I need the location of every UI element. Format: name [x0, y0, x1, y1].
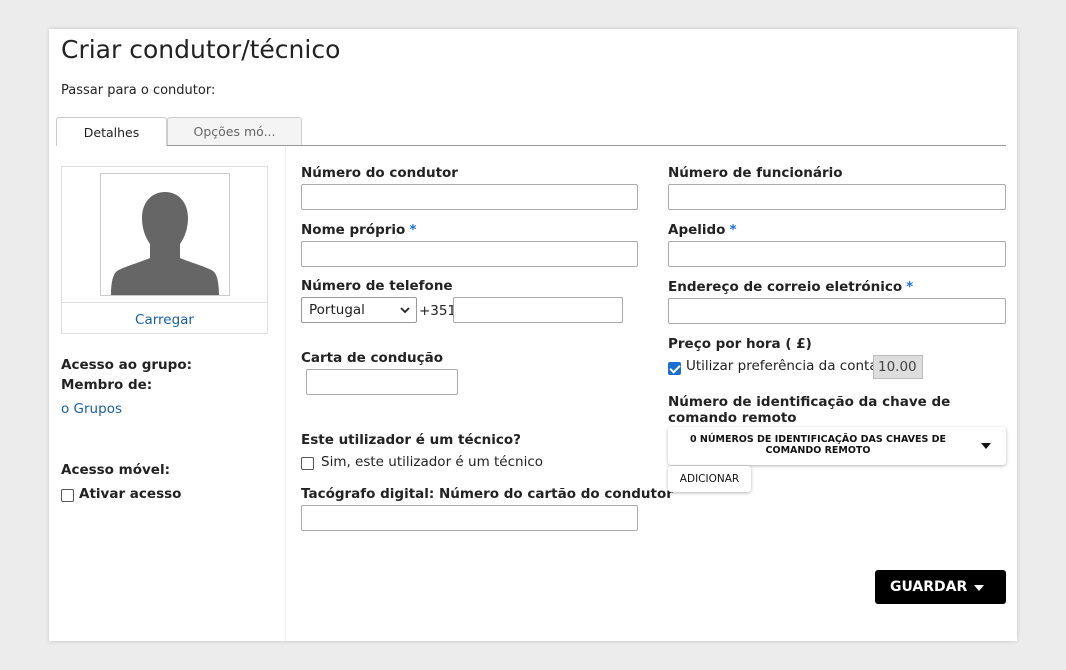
technician-question: Este utilizador é um técnico? — [301, 432, 521, 448]
enable-access-checkbox[interactable] — [61, 489, 74, 502]
remote-key-dropdown-text: 0 NÚMEROS DE IDENTIFICAÇÃO DAS CHAVES DE… — [689, 434, 947, 456]
caret-down-icon — [981, 443, 991, 449]
use-account-pref-label: Utilizar preferência da conta — [686, 358, 878, 374]
dial-code: +351 — [419, 303, 457, 319]
groups-link[interactable]: o Grupos — [61, 401, 122, 417]
license-label: Carta de condução — [301, 350, 444, 366]
tab-details[interactable]: Detalhes — [56, 117, 167, 146]
enable-access-label: Ativar acesso — [79, 486, 182, 502]
country-select-value: Portugal — [309, 302, 365, 318]
technician-checkbox[interactable] — [301, 457, 314, 470]
first-name-input[interactable] — [301, 241, 638, 267]
mobile-access-label: Acesso móvel: — [61, 462, 170, 478]
license-input[interactable] — [306, 369, 458, 395]
driver-number-label: Número do condutor — [301, 165, 458, 181]
tachograph-input[interactable] — [301, 505, 638, 531]
create-driver-panel: Criar condutor/técnico Passar para o con… — [49, 29, 1017, 641]
page-subtitle: Passar para o condutor: — [61, 83, 216, 98]
caret-down-icon[interactable] — [974, 585, 984, 591]
column-divider — [285, 146, 286, 641]
hourly-rate-value: 10.00 — [873, 355, 923, 379]
required-marker: * — [409, 222, 417, 238]
email-input[interactable] — [668, 298, 1006, 324]
remote-key-label: Número de identificação da chave de coma… — [668, 394, 951, 426]
technician-checkbox-label: Sim, este utilizador é um técnico — [321, 454, 544, 470]
required-marker: * — [729, 222, 737, 238]
first-name-label: Nome próprio * — [301, 222, 417, 238]
group-access-label: Acesso ao grupo: — [61, 357, 193, 373]
tab-mobile-options[interactable]: Opções mó... — [167, 117, 302, 145]
photo-divider — [62, 302, 267, 303]
save-button-label: GUARDAR — [890, 579, 968, 595]
member-of-label: Membro de: — [61, 377, 153, 393]
employee-number-label: Número de funcionário — [668, 165, 843, 181]
email-label: Endereço de correio eletrónico * — [668, 279, 914, 295]
person-silhouette-icon — [111, 192, 219, 295]
page-title: Criar condutor/técnico — [61, 35, 341, 64]
chevron-down-icon — [400, 307, 410, 314]
required-marker: * — [906, 279, 914, 295]
country-select[interactable]: Portugal — [301, 297, 417, 323]
save-button[interactable]: GUARDAR — [875, 570, 1006, 604]
remote-key-dropdown[interactable]: 0 NÚMEROS DE IDENTIFICAÇÃO DAS CHAVES DE… — [668, 427, 1006, 465]
upload-photo-link[interactable]: Carregar — [62, 312, 267, 328]
driver-number-input[interactable] — [301, 184, 638, 210]
tachograph-label: Tacógrafo digital: Número do cartão do c… — [301, 486, 673, 502]
phone-label: Número de telefone — [301, 278, 453, 294]
tab-divider — [167, 145, 1006, 146]
last-name-label: Apelido * — [668, 222, 737, 238]
employee-number-input[interactable] — [668, 184, 1006, 210]
profile-photo-box: Carregar — [61, 166, 268, 334]
avatar[interactable] — [100, 173, 230, 296]
hourly-rate-label: Preço por hora ( £) — [668, 336, 812, 352]
phone-input[interactable] — [453, 297, 623, 323]
last-name-input[interactable] — [668, 241, 1006, 267]
use-account-pref-checkbox[interactable] — [668, 362, 681, 375]
add-remote-key-button[interactable]: ADICIONAR — [668, 466, 751, 492]
